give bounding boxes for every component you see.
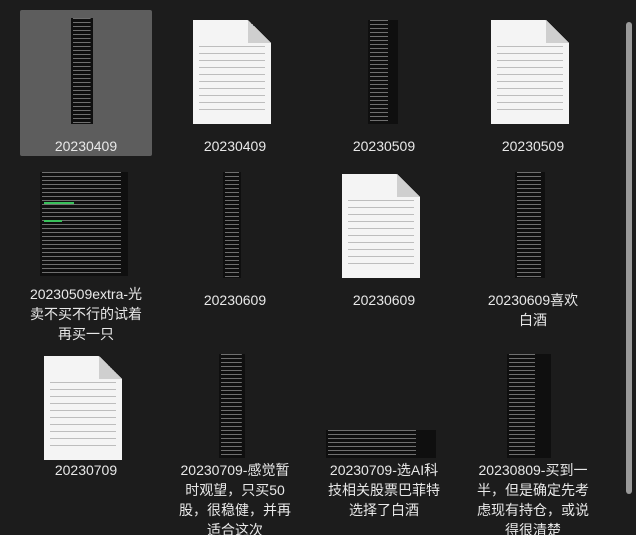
file-name: 20230409 (203, 138, 267, 154)
image-thumbnail (169, 170, 301, 290)
file-item[interactable]: 20230409 (20, 10, 152, 156)
file-name: 20230509 (501, 138, 565, 154)
file-grid: 20230409 20230409 20230509 20230509 2023… (0, 0, 622, 535)
image-thumbnail (169, 352, 301, 472)
file-item[interactable]: 20230609 (169, 164, 301, 310)
document-icon (169, 16, 301, 136)
document-icon (318, 170, 450, 290)
scrollbar-thumb[interactable] (626, 22, 632, 494)
file-item[interactable]: 20230609喜欢白酒 (467, 164, 599, 328)
image-thumbnail (20, 16, 152, 136)
image-thumbnail (318, 352, 450, 472)
document-icon (20, 352, 152, 472)
file-name: 20230609 (352, 292, 416, 308)
file-item[interactable]: 20230409 (169, 10, 301, 156)
file-name: 20230409 (54, 138, 118, 154)
document-icon (467, 16, 599, 136)
file-name: 20230509extra-光卖不买不行的试着再买一只 (29, 286, 143, 342)
file-item[interactable]: 20230809-买到一半，但是确定先考虑现有持仓，或说得很清楚 (467, 352, 599, 535)
file-name: 20230709-感觉暂时观望，只买50股，很稳健，并再适合这次 (179, 462, 291, 535)
file-item[interactable]: 20230609 (318, 164, 450, 310)
vertical-scrollbar[interactable] (622, 0, 636, 535)
file-item[interactable]: 20230709 (20, 352, 152, 498)
file-name: 20230709-选AI科技相关股票巴菲特选择了白酒 (328, 462, 440, 518)
image-thumbnail (318, 16, 450, 136)
file-name: 20230609喜欢白酒 (487, 292, 579, 328)
image-thumbnail (20, 170, 152, 290)
image-thumbnail (467, 170, 599, 290)
file-name: 20230509 (352, 138, 416, 154)
file-item[interactable]: 20230709-感觉暂时观望，只买50股，很稳健，并再适合这次 (169, 352, 301, 535)
file-name: 20230809-买到一半，但是确定先考虑现有持仓，或说得很清楚 (477, 462, 589, 535)
file-item[interactable]: 20230709-选AI科技相关股票巴菲特选择了白酒 (318, 352, 450, 535)
file-name: 20230609 (203, 292, 267, 308)
file-name: 20230709 (54, 462, 118, 478)
file-item[interactable]: 20230509extra-光卖不买不行的试着再买一只 (20, 164, 152, 344)
file-item[interactable]: 20230509 (318, 10, 450, 156)
image-thumbnail (467, 352, 599, 472)
file-item[interactable]: 20230509 (467, 10, 599, 156)
